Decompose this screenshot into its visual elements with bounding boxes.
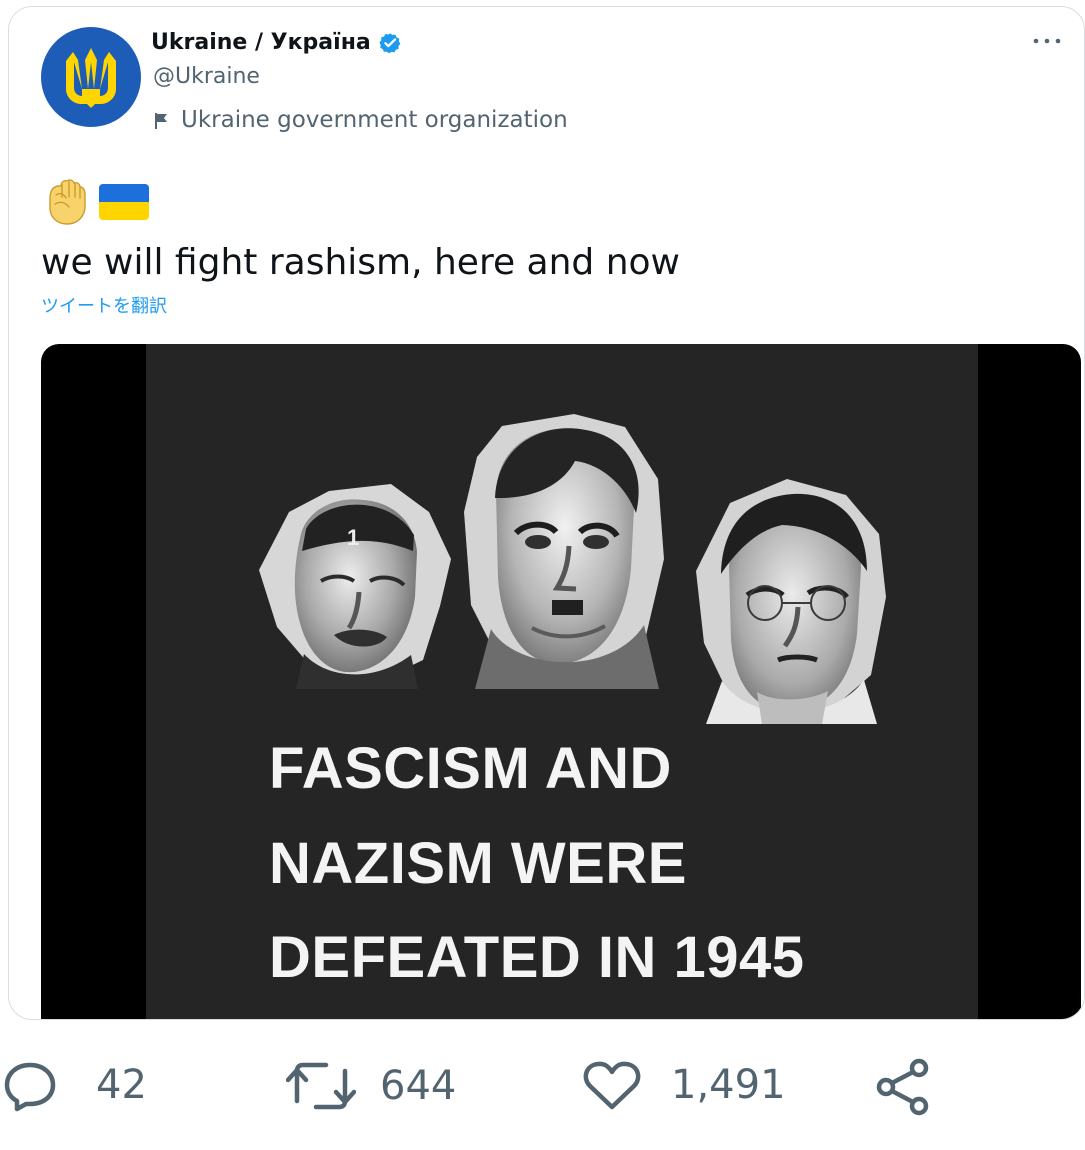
verified-badge-icon	[379, 33, 401, 54]
raised-fist-icon	[49, 179, 86, 225]
retweet-button[interactable]: 644	[286, 1058, 456, 1114]
tweet-media[interactable]: 1 FASCISM AND NAZISM WERE DEFEATED IN 19…	[41, 344, 1081, 1019]
flag-icon	[155, 112, 167, 129]
headline-line-1: FASCISM AND	[269, 736, 672, 801]
author-avatar[interactable]	[41, 27, 141, 127]
headline-line-3: DEFEATED IN 1945	[269, 925, 805, 991]
heart-icon	[583, 1061, 641, 1110]
media-headline: FASCISM AND NAZISM WERE DEFEATED IN 1945	[269, 722, 805, 1006]
reply-button[interactable]: 42	[2, 1058, 147, 1112]
portrait-center	[464, 414, 666, 689]
ukraine-trident-icon	[66, 48, 116, 108]
svg-text:1: 1	[347, 525, 359, 550]
like-button[interactable]: 1,491	[583, 1058, 786, 1112]
retweet-count: 644	[380, 1063, 457, 1109]
tweet-actions: 42 644 1,491	[0, 1058, 1085, 1128]
headline-line-2: NAZISM WERE	[269, 830, 687, 896]
center-portrait-image	[464, 414, 664, 689]
right-portrait-image	[696, 479, 886, 724]
author-name-row: Ukraine / Україна	[151, 32, 401, 54]
tweet-card: Ukraine / Україна @Ukraine Ukraine gover…	[8, 6, 1085, 1020]
more-options-icon	[1033, 38, 1061, 44]
tweet-text: we will fight rashism, here and now	[41, 242, 680, 283]
share-icon	[876, 1058, 929, 1116]
more-options-button[interactable]	[1025, 27, 1069, 55]
portrait-left: 1	[259, 484, 454, 689]
government-label-text[interactable]: Ukraine government organization	[181, 109, 568, 132]
portrait-right	[696, 479, 886, 724]
tweet-screenshot: Ukraine / Україна @Ukraine Ukraine gover…	[0, 0, 1085, 1150]
tweet-emojis	[42, 177, 150, 227]
author-handle[interactable]: @Ukraine	[153, 66, 260, 88]
reply-icon	[4, 1062, 56, 1112]
like-count: 1,491	[671, 1062, 786, 1108]
translate-tweet-link[interactable]: ツイートを翻訳	[41, 298, 167, 316]
share-button[interactable]	[872, 1058, 936, 1116]
retweet-icon	[286, 1062, 356, 1110]
ukraine-flag-icon	[99, 184, 149, 220]
reply-count: 42	[96, 1062, 147, 1108]
government-label: Ukraine government organization	[153, 109, 568, 132]
left-portrait-image: 1	[259, 484, 451, 689]
author-display-name[interactable]: Ukraine / Україна	[151, 32, 371, 54]
